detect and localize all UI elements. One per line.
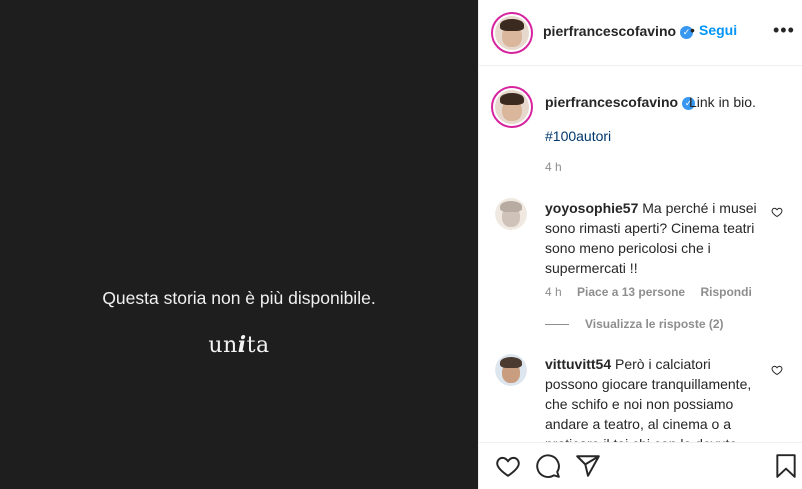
comment-body: vittuvitt54 Però i calciatori possono gi… — [545, 354, 767, 442]
comment-avatar[interactable] — [495, 354, 527, 386]
caption-username[interactable]: pierfrancescofavino — [545, 94, 678, 110]
comment-username[interactable]: yoyosophie57 — [545, 200, 638, 216]
more-options-icon[interactable]: ••• — [773, 20, 795, 41]
brand-prefix: un — [208, 333, 238, 358]
share-icon[interactable] — [575, 453, 601, 479]
header-separator: • — [690, 22, 695, 38]
bookmark-icon[interactable] — [773, 453, 799, 479]
comments-scroll-area[interactable]: vittuvitt54 Però i calciatori possono gi… — [479, 350, 802, 442]
brand-logo: unita — [0, 332, 478, 358]
story-unavailable-message: Questa storia non è più disponibile. — [102, 288, 376, 308]
reply-button[interactable]: Rispondi — [700, 285, 751, 299]
heart-icon[interactable] — [495, 453, 521, 479]
author-avatar[interactable] — [491, 12, 533, 54]
caption-username-link[interactable]: pierfrancescofavino ✓ — [545, 94, 696, 110]
brand-suffix: ta — [246, 333, 270, 358]
comment-meta: 4 h Piace a 13 persone Rispondi — [545, 285, 764, 299]
action-bar — [479, 442, 802, 489]
comment-username[interactable]: vittuvitt54 — [545, 356, 611, 372]
caption-text: Link in bio. — [689, 94, 756, 110]
comment-icon[interactable] — [535, 453, 561, 479]
caption-avatar[interactable] — [491, 86, 533, 128]
caption-timestamp[interactable]: 4 h — [545, 160, 562, 174]
header-username[interactable]: pierfrancescofavino — [543, 23, 676, 39]
comment-avatar[interactable] — [495, 198, 527, 230]
follow-button[interactable]: Segui — [699, 22, 737, 38]
header-username-link[interactable]: pierfrancescofavino ✓ — [543, 23, 694, 39]
hashtag-link[interactable]: #100autori — [545, 128, 611, 144]
post-media[interactable]: Questa storia non è più disponibile. uni… — [0, 0, 478, 489]
view-replies-label[interactable]: Visualizza le risposte (2) — [585, 317, 724, 331]
comment-likes[interactable]: Piace a 13 persone — [577, 285, 685, 299]
heart-icon[interactable] — [771, 364, 783, 376]
brand-accent: i — [237, 332, 247, 358]
replies-divider — [545, 324, 569, 326]
heart-icon[interactable] — [771, 206, 783, 218]
post-side-panel: pierfrancescofavino ✓ • Segui ••• pierfra… — [478, 0, 802, 489]
comment-body: yoyosophie57 Ma perché i musei sono rima… — [545, 198, 767, 278]
view-replies-button[interactable]: Visualizza le risposte (2) — [545, 317, 724, 331]
post-header: pierfrancescofavino ✓ • Segui ••• — [479, 0, 802, 66]
comment-time[interactable]: 4 h — [545, 285, 562, 299]
